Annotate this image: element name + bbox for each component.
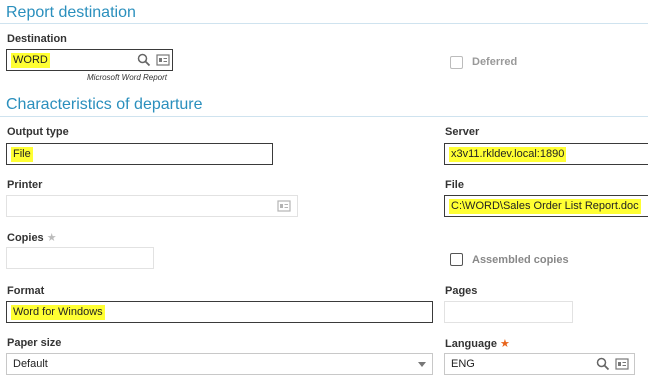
pages-field[interactable] xyxy=(444,301,573,323)
paper-size-select[interactable]: Default xyxy=(6,353,433,375)
language-value: ENG xyxy=(451,358,475,370)
output-type-value: File xyxy=(11,147,33,162)
server-label: Server xyxy=(445,126,480,138)
server-value: x3v11.rkldev.local:1890 xyxy=(449,147,567,162)
language-label: Language ★ xyxy=(445,337,510,350)
section-divider xyxy=(0,23,648,24)
destination-label: Destination xyxy=(7,33,67,45)
detail-icon[interactable] xyxy=(277,199,291,213)
output-type-label: Output type xyxy=(7,126,69,138)
server-field[interactable]: x3v11.rkldev.local:1890 xyxy=(444,143,648,165)
paper-size-label: Paper size xyxy=(7,337,62,349)
destination-field[interactable]: WORD xyxy=(6,49,173,71)
destination-value: WORD xyxy=(11,53,50,68)
destination-description: Microsoft Word Report xyxy=(87,73,168,82)
assembled-copies-label: Assembled copies xyxy=(472,254,569,266)
pages-label: Pages xyxy=(445,285,478,297)
printer-label: Printer xyxy=(7,179,43,191)
section-title-report-destination: Report destination xyxy=(6,4,136,21)
printer-field[interactable] xyxy=(6,195,298,217)
required-star-icon: ★ xyxy=(499,338,510,350)
deferred-label: Deferred xyxy=(472,56,518,68)
star-icon: ★ xyxy=(46,232,57,244)
search-icon[interactable] xyxy=(596,357,610,371)
section-divider xyxy=(0,116,648,117)
paper-size-value: Default xyxy=(13,358,48,370)
language-field[interactable]: ENG xyxy=(444,353,635,375)
copies-label: Copies ★ xyxy=(7,231,57,244)
format-value: Word for Windows xyxy=(11,305,105,320)
chevron-down-icon[interactable] xyxy=(418,362,426,367)
file-label: File xyxy=(445,179,464,191)
detail-icon[interactable] xyxy=(615,357,629,371)
format-field[interactable]: Word for Windows xyxy=(6,301,433,323)
section-title-characteristics: Characteristics of departure xyxy=(6,96,203,113)
format-label: Format xyxy=(7,285,45,297)
deferred-checkbox[interactable] xyxy=(450,56,463,69)
copies-label-text: Copies xyxy=(7,232,44,244)
detail-icon[interactable] xyxy=(156,53,170,67)
copies-field[interactable] xyxy=(6,247,154,269)
file-field[interactable]: C:\WORD\Sales Order List Report.doc xyxy=(444,195,648,217)
file-value: C:\WORD\Sales Order List Report.doc xyxy=(449,199,641,214)
output-type-field[interactable]: File xyxy=(6,143,273,165)
language-label-text: Language xyxy=(445,338,497,350)
search-icon[interactable] xyxy=(137,53,151,67)
assembled-copies-checkbox[interactable] xyxy=(450,253,463,266)
